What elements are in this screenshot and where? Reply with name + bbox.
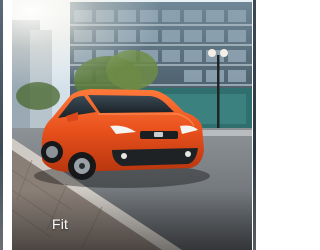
adjacent-card-edge-right xyxy=(253,0,256,250)
car-photo xyxy=(12,0,252,250)
vehicle-model-card[interactable]: Fit xyxy=(12,0,252,250)
model-name-label: Fit xyxy=(52,216,69,232)
adjacent-card-edge-left xyxy=(0,0,3,250)
